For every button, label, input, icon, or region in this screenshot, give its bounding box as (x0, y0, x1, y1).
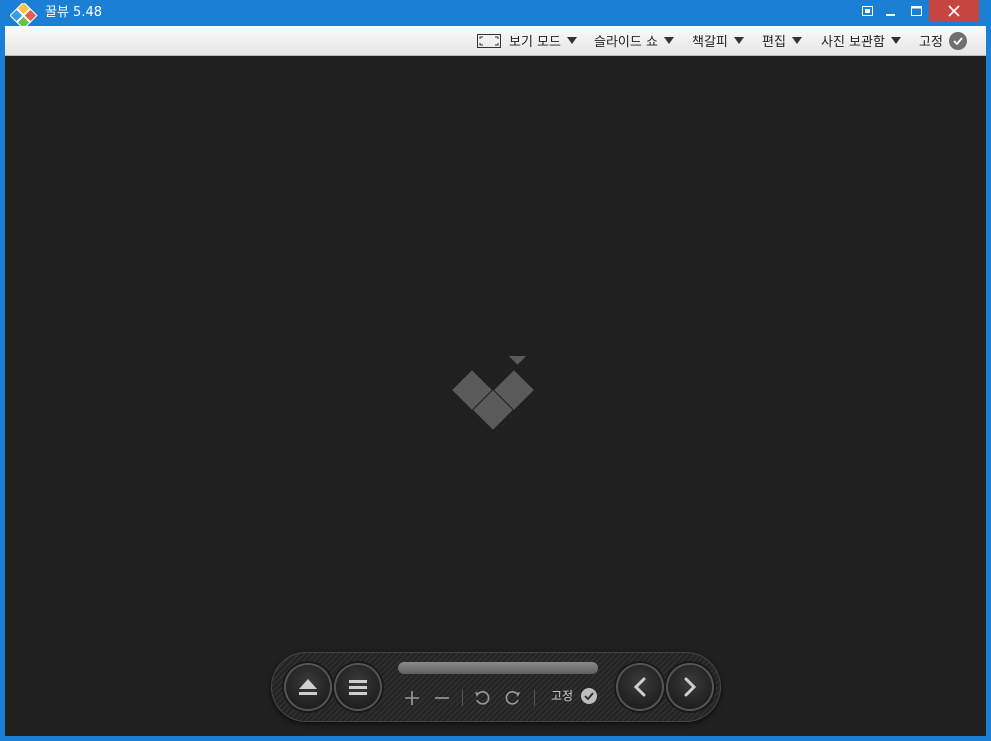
dropdown-caret-icon (791, 37, 802, 44)
toolbar-photo-archive[interactable]: 사진 보관함 (821, 26, 901, 55)
fullscreen-icon (861, 6, 873, 16)
next-button[interactable] (668, 665, 712, 709)
eject-icon (299, 679, 317, 695)
dropdown-caret-icon (663, 37, 674, 44)
dropdown-caret-icon (733, 37, 744, 44)
check-circle-icon (948, 31, 967, 50)
title-bar[interactable]: 꿀뷰 5.48 (0, 0, 991, 29)
rotate-left-icon (475, 691, 490, 705)
toolbar-label: 슬라이드 쇼 (594, 35, 658, 50)
eject-button[interactable] (286, 665, 330, 709)
minimize-button[interactable] (880, 0, 902, 22)
next-icon (684, 677, 697, 697)
toolbar-edit[interactable]: 편집 (762, 26, 802, 55)
close-button[interactable] (929, 0, 979, 22)
rotate-right-icon (505, 691, 520, 705)
honeyview-logo-icon (452, 356, 538, 430)
menu-button[interactable] (336, 665, 380, 709)
zoom-out-button[interactable] (432, 688, 452, 708)
fullscreen-button[interactable] (856, 0, 878, 22)
app-window: 꿀뷰 5.48 보기 모드 슬라이드 쇼 책갈피 편집 사진 보관함 고정 고정 (0, 0, 991, 741)
zoom-in-icon (405, 691, 419, 705)
zoom-out-icon (435, 697, 449, 699)
image-viewer-area[interactable]: 고정 (5, 56, 986, 736)
maximize-icon (910, 6, 922, 16)
prev-icon (633, 677, 646, 697)
close-icon (948, 5, 960, 17)
progress-track[interactable] (398, 662, 598, 674)
zoom-in-button[interactable] (402, 688, 422, 708)
toolbar-label: 책갈피 (692, 35, 728, 50)
dropdown-caret-icon (566, 37, 577, 44)
toolbar-label: 사진 보관함 (821, 35, 885, 50)
divider (462, 690, 463, 706)
toolbar-slideshow[interactable]: 슬라이드 쇼 (594, 26, 674, 55)
control-bar: 고정 (271, 652, 721, 722)
toolbar-label: 고정 (919, 35, 943, 50)
divider (534, 690, 535, 706)
menu-icon (349, 680, 367, 695)
toolbar-bookmark[interactable]: 책갈피 (692, 26, 744, 55)
prev-button[interactable] (618, 665, 662, 709)
toolbar-label: 편집 (762, 35, 786, 50)
rotate-right-button[interactable] (503, 688, 523, 708)
window-title: 꿀뷰 5.48 (45, 5, 102, 20)
toolbar-pin[interactable]: 고정 (919, 26, 967, 55)
top-toolbar: 보기 모드 슬라이드 쇼 책갈피 편집 사진 보관함 고정 (5, 26, 986, 56)
toolbar-label: 보기 모드 (509, 35, 561, 50)
minimize-icon (886, 14, 895, 16)
screen-frame-icon (477, 33, 501, 48)
rotate-left-button[interactable] (472, 688, 492, 708)
dropdown-caret-icon (890, 37, 901, 44)
maximize-button[interactable] (905, 0, 927, 22)
pin-label[interactable]: 고정 (551, 687, 573, 704)
toolbar-view-mode[interactable]: 보기 모드 (477, 26, 577, 55)
check-circle-icon[interactable] (581, 688, 597, 704)
